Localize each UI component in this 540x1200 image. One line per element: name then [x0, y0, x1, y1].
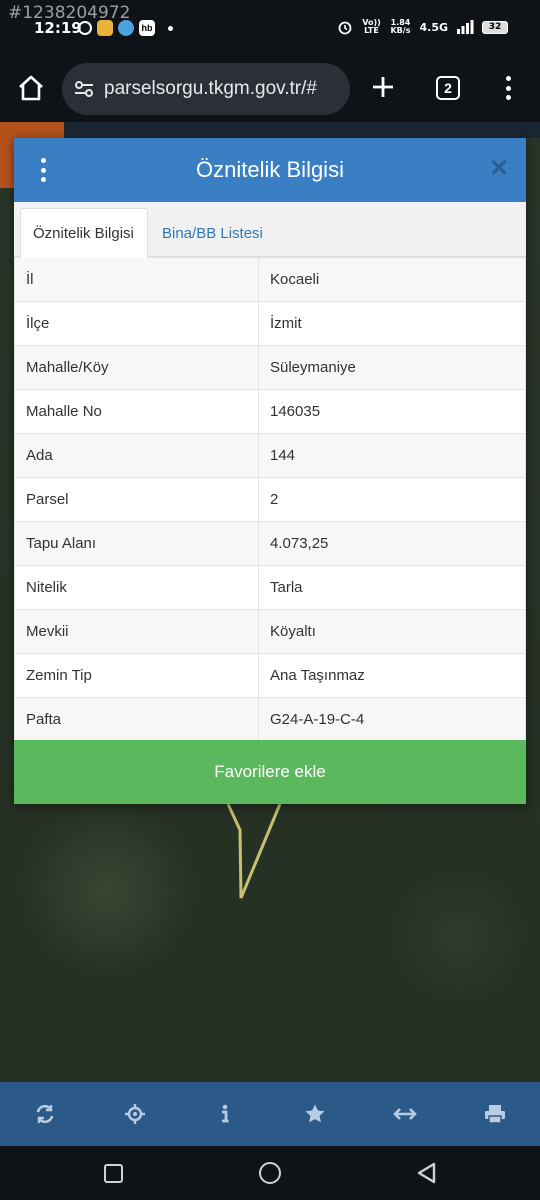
- table-row: Mahalle/Köy Süleymaniye: [14, 345, 526, 390]
- table-row: Parsel 2: [14, 477, 526, 522]
- table-row: Mevkii Köyaltı: [14, 609, 526, 654]
- map-toolbar: [0, 1082, 540, 1146]
- home-nav-icon[interactable]: [259, 1162, 281, 1184]
- system-nav-bar: [0, 1146, 540, 1200]
- table-row: Zemin Tip Ana Taşınmaz: [14, 653, 526, 698]
- row-label: Nitelik: [14, 565, 259, 610]
- row-label: Zemin Tip: [14, 653, 259, 698]
- dialog-title: Öznitelik Bilgisi: [196, 157, 344, 182]
- table-row: Nitelik Tarla: [14, 565, 526, 610]
- row-value: Ana Taşınmaz: [258, 653, 526, 698]
- row-value: Kocaeli: [258, 257, 526, 302]
- table-row: Pafta G24-A-19-C-4: [14, 697, 526, 742]
- refresh-icon[interactable]: [25, 1094, 65, 1134]
- row-value: 2: [258, 477, 526, 522]
- row-label: Ada: [14, 433, 259, 478]
- row-label: İlçe: [14, 301, 259, 346]
- row-label: Pafta: [14, 697, 259, 742]
- dialog-menu-icon[interactable]: [38, 158, 48, 182]
- attribute-table: İl Kocaeli İlçe İzmit Mahalle/Köy Süleymani…: [14, 257, 526, 742]
- star-icon[interactable]: [295, 1094, 335, 1134]
- row-value: 144: [258, 433, 526, 478]
- dialog-tabs: Öznitelik Bilgisi Bina/BB Listesi: [14, 202, 526, 258]
- row-value: 146035: [258, 389, 526, 434]
- row-label: Mahalle/Köy: [14, 345, 259, 390]
- recents-icon[interactable]: [104, 1164, 123, 1183]
- row-value: Tarla: [258, 565, 526, 610]
- row-value: Köyaltı: [258, 609, 526, 654]
- row-value: Süleymaniye: [258, 345, 526, 390]
- row-label: Mevkii: [14, 609, 259, 654]
- print-icon[interactable]: [475, 1094, 515, 1134]
- back-icon[interactable]: [416, 1162, 436, 1184]
- row-label: Mahalle No: [14, 389, 259, 434]
- info-icon[interactable]: [205, 1094, 245, 1134]
- table-row: Tapu Alanı 4.073,25: [14, 521, 526, 566]
- attribute-dialog: Öznitelik Bilgisi ✕ Öznitelik Bilgisi Bi…: [14, 138, 526, 804]
- row-value: G24-A-19-C-4: [258, 697, 526, 742]
- table-row: Ada 144: [14, 433, 526, 478]
- table-row: İlçe İzmit: [14, 301, 526, 346]
- row-value: 4.073,25: [258, 521, 526, 566]
- measure-icon[interactable]: [385, 1094, 425, 1134]
- dialog-header: Öznitelik Bilgisi ✕: [14, 138, 526, 202]
- row-value: İzmit: [258, 301, 526, 346]
- row-label: İl: [14, 257, 259, 302]
- table-row: İl Kocaeli: [14, 257, 526, 302]
- add-favorite-button[interactable]: Favorilere ekle: [14, 740, 526, 804]
- tab-building-list[interactable]: Bina/BB Listesi: [150, 208, 275, 258]
- row-label: Parsel: [14, 477, 259, 522]
- table-row: Mahalle No 146035: [14, 389, 526, 434]
- tab-attributes[interactable]: Öznitelik Bilgisi: [20, 208, 148, 258]
- row-label: Tapu Alanı: [14, 521, 259, 566]
- locate-icon[interactable]: [115, 1094, 155, 1134]
- close-icon[interactable]: ✕: [488, 157, 510, 181]
